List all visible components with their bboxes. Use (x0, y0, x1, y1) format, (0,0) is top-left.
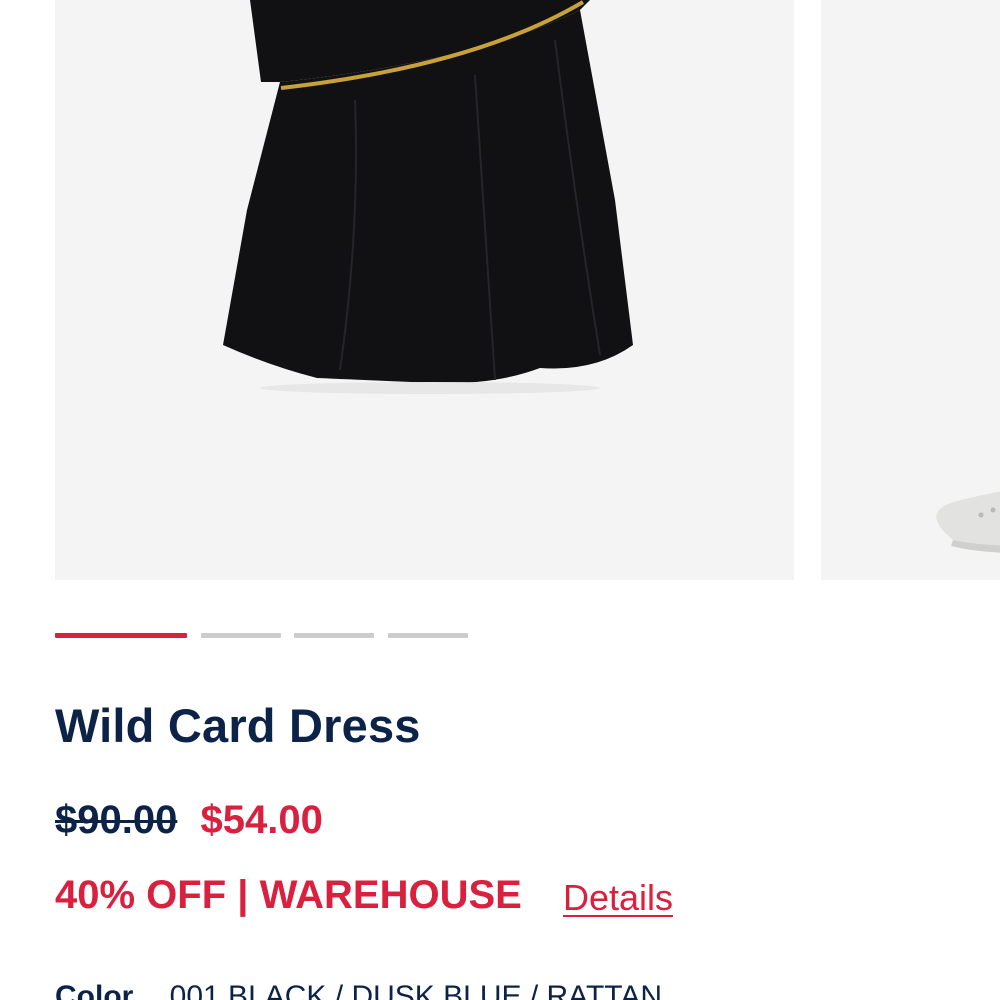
color-value: 001 BLACK / DUSK BLUE / RATTAN (169, 980, 663, 1000)
product-title: Wild Card Dress (55, 699, 421, 752)
color-selection-row: Color 001 BLACK / DUSK BLUE / RATTAN (55, 980, 662, 1000)
sale-price: $54.00 (200, 798, 323, 842)
original-price: $90.00 (55, 798, 178, 842)
carousel-dot-3[interactable] (294, 633, 374, 638)
product-image-carousel[interactable] (0, 0, 1000, 580)
product-image-dress[interactable] (55, 0, 794, 580)
color-label: Color (55, 980, 134, 1000)
promo-text: 40% OFF | WAREHOUSE (55, 873, 522, 917)
dress-image (223, 0, 633, 394)
product-image-shoe[interactable] (821, 0, 1000, 580)
product-page: Wild Card Dress $90.00 $54.00 40% OFF | … (0, 0, 1000, 1000)
shoe-image (936, 491, 1000, 553)
carousel-dot-2[interactable] (201, 633, 281, 638)
price-block: $90.00 $54.00 (55, 798, 323, 843)
carousel-dot-4[interactable] (388, 633, 468, 638)
promo-details-link[interactable]: Details (563, 877, 673, 919)
carousel-dot-1[interactable] (55, 633, 187, 638)
